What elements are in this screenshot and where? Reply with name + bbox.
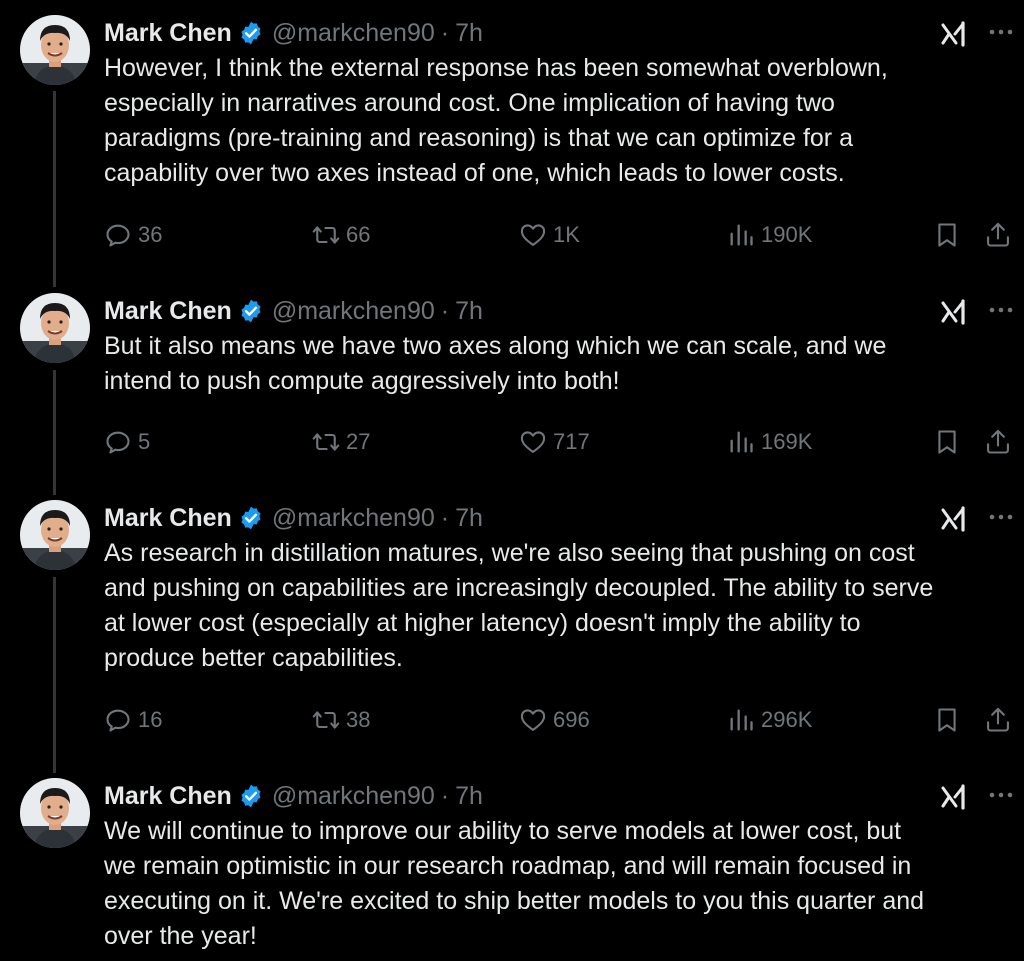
repost-button[interactable]: 66 <box>312 220 370 250</box>
like-icon <box>519 706 547 734</box>
author-handle[interactable]: @markchen90 <box>272 297 435 326</box>
like-count: 1K <box>553 222 580 247</box>
action-bar: 36 66 1K 190K <box>0 220 1024 250</box>
timestamp[interactable]: 7h <box>455 19 483 48</box>
share-button[interactable] <box>984 427 1012 457</box>
timestamp[interactable]: 7h <box>455 504 483 533</box>
author-name[interactable]: Mark Chen <box>104 297 232 326</box>
author-name[interactable]: Mark Chen <box>104 504 232 533</box>
repost-count: 27 <box>346 429 371 454</box>
share-icon <box>984 428 1012 456</box>
timestamp[interactable]: 7h <box>455 782 483 811</box>
reply-count: 16 <box>138 707 163 732</box>
tweet-header: Mark Chen @markchen90 · 7h <box>104 500 483 536</box>
action-bar: 5 27 717 169K <box>0 427 1024 457</box>
author-name[interactable]: Mark Chen <box>104 782 232 811</box>
more-options-icon[interactable] <box>986 502 1016 532</box>
verified-badge-icon[interactable] <box>238 783 264 809</box>
reply-button[interactable]: 5 <box>104 427 150 457</box>
verified-badge-icon[interactable] <box>238 298 264 324</box>
avatar[interactable] <box>20 293 90 363</box>
verified-badge-icon[interactable] <box>238 20 264 46</box>
repost-icon <box>312 221 340 249</box>
tweet-text: We will continue to improve our ability … <box>104 817 925 950</box>
share-icon <box>984 221 1012 249</box>
repost-count: 38 <box>346 707 371 732</box>
bookmark-button[interactable] <box>933 220 961 250</box>
reply-icon <box>104 221 132 249</box>
verified-badge-icon[interactable] <box>238 505 264 531</box>
views-icon <box>727 428 755 456</box>
grok-icon[interactable] <box>940 297 970 327</box>
like-icon <box>519 221 547 249</box>
avatar[interactable] <box>20 778 90 848</box>
like-icon <box>519 428 547 456</box>
action-bar: 16 38 696 296K <box>0 705 1024 735</box>
tweet-header: Mark Chen @markchen90 · 7h <box>104 15 483 51</box>
bookmark-button[interactable] <box>933 427 961 457</box>
reply-icon <box>104 706 132 734</box>
grok-icon[interactable] <box>940 504 970 534</box>
views-button[interactable]: 296K <box>727 705 812 735</box>
avatar[interactable] <box>20 15 90 85</box>
separator: · <box>440 18 450 47</box>
tweet-header: Mark Chen @markchen90 · 7h <box>104 778 483 814</box>
repost-button[interactable]: 27 <box>312 427 370 457</box>
bookmark-icon <box>933 221 961 249</box>
bookmark-icon <box>933 706 961 734</box>
share-button[interactable] <box>984 220 1012 250</box>
like-button[interactable]: 1K <box>519 220 580 250</box>
like-button[interactable]: 696 <box>519 705 590 735</box>
bookmark-icon <box>933 428 961 456</box>
repost-button[interactable]: 38 <box>312 705 370 735</box>
tweet-text: But it also means we have two axes along… <box>104 332 887 395</box>
grok-icon[interactable] <box>940 782 970 812</box>
reply-count: 36 <box>138 222 163 247</box>
separator: · <box>440 296 450 325</box>
thread-line <box>53 91 56 287</box>
repost-icon <box>312 428 340 456</box>
thread-line <box>53 577 56 773</box>
views-button[interactable]: 190K <box>727 220 812 250</box>
separator: · <box>440 503 450 532</box>
repost-icon <box>312 706 340 734</box>
grok-icon[interactable] <box>940 19 970 49</box>
like-count: 696 <box>553 707 590 732</box>
like-count: 717 <box>553 429 590 454</box>
reply-button[interactable]: 16 <box>104 705 162 735</box>
author-handle[interactable]: @markchen90 <box>272 504 435 533</box>
view-count: 169K <box>761 429 813 454</box>
avatar[interactable] <box>20 500 90 570</box>
more-options-icon[interactable] <box>986 780 1016 810</box>
tweet-header: Mark Chen @markchen90 · 7h <box>104 293 483 329</box>
author-name[interactable]: Mark Chen <box>104 19 232 48</box>
like-button[interactable]: 717 <box>519 427 590 457</box>
views-icon <box>727 221 755 249</box>
more-options-icon[interactable] <box>986 17 1016 47</box>
share-icon <box>984 706 1012 734</box>
view-count: 190K <box>761 222 813 247</box>
timestamp[interactable]: 7h <box>455 297 483 326</box>
bookmark-button[interactable] <box>933 705 961 735</box>
reply-button[interactable]: 36 <box>104 220 162 250</box>
more-options-icon[interactable] <box>986 295 1016 325</box>
author-handle[interactable]: @markchen90 <box>272 19 435 48</box>
repost-count: 66 <box>346 222 371 247</box>
reply-count: 5 <box>138 429 151 454</box>
views-button[interactable]: 169K <box>727 427 812 457</box>
tweet-text: As research in distillation matures, we'… <box>104 539 934 672</box>
author-handle[interactable]: @markchen90 <box>272 782 435 811</box>
reply-icon <box>104 428 132 456</box>
separator: · <box>440 781 450 810</box>
tweet-text: However, I think the external response h… <box>104 54 888 187</box>
views-icon <box>727 706 755 734</box>
view-count: 296K <box>761 707 813 732</box>
share-button[interactable] <box>984 705 1012 735</box>
